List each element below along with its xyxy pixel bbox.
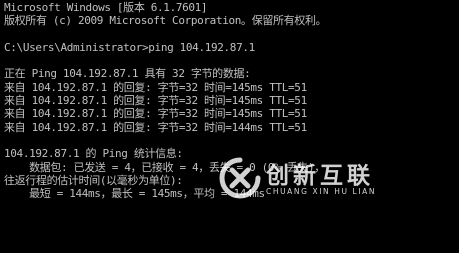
console-line-copyright: 版权所有 (c) 2009 Microsoft Corporation。保留所有… bbox=[4, 14, 327, 28]
console-line-version: Microsoft Windows [版本 6.1.7601] bbox=[4, 1, 208, 14]
console-line-ping-start: 正在 Ping 104.192.87.1 具有 32 字节的数据: bbox=[4, 67, 251, 81]
console-line-reply: 来自 104.192.87.1 的回复: 字节=32 时间=145ms TTL=… bbox=[4, 107, 307, 121]
watermark-title: 创新互联 bbox=[266, 163, 374, 189]
console-line-command: C:\Users\Administrator>ping 104.192.87.1 bbox=[4, 40, 255, 54]
watermark-subtitle: CHUANG XIN HU LIAN bbox=[266, 187, 377, 196]
console-line-reply: 来自 104.192.87.1 的回复: 字节=32 时间=145ms TTL=… bbox=[4, 80, 307, 94]
command-prompt-window[interactable]: Microsoft Windows [版本 6.1.7601] 版权所有 (c)… bbox=[0, 0, 459, 253]
watermark-logo: 创新互联 CHUANG XIN HU LIAN bbox=[218, 152, 418, 212]
console-line-reply: 来自 104.192.87.1 的回复: 字节=32 时间=144ms TTL=… bbox=[4, 120, 307, 134]
chuangxin-logo-icon bbox=[219, 157, 261, 199]
console-line-reply: 来自 104.192.87.1 的回复: 字节=32 时间=145ms TTL=… bbox=[4, 94, 307, 108]
